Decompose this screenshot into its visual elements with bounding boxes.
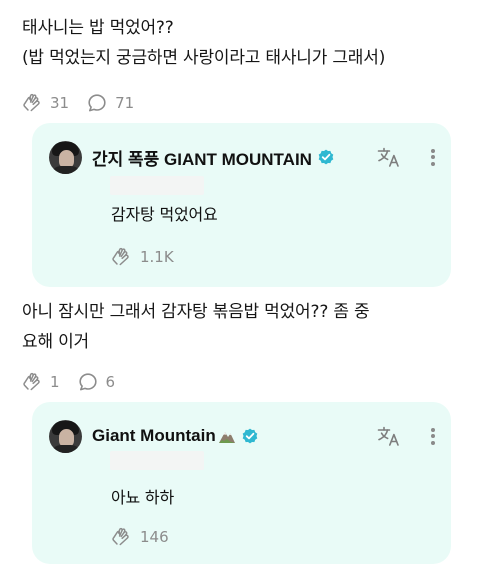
like-hands-icon	[112, 527, 129, 546]
comment-bubble-icon	[88, 94, 106, 112]
reply-1-like-button[interactable]: 1.1K	[111, 247, 174, 267]
post-1-like-count: 31	[50, 94, 70, 112]
mountain-emoji-icon	[218, 432, 235, 443]
reply-1-header: 간지 폭풍 GIANT MOUNTAIN	[49, 139, 437, 175]
more-dots-icon[interactable]	[431, 427, 435, 445]
fan-post-1: 태사니는 밥 먹었어?? (밥 먹었는지 궁금하면 사랑이라고 태사니가 그래서…	[22, 13, 462, 115]
reply-2-like-count: 146	[140, 528, 169, 546]
artist-avatar[interactable]	[49, 419, 82, 453]
blurred-handle	[110, 176, 204, 195]
post-2-comment-count: 6	[105, 373, 116, 391]
artist-reply-card-1: 간지 폭풍 GIANT MOUNTAIN 감자탕 먹었어요 1.1K	[32, 123, 451, 287]
artist-reply-card-2: Giant Mountain 아뇨 하하 146	[32, 402, 451, 564]
reply-1-text: 감자탕 먹었어요	[111, 205, 218, 224]
post-2-like-count: 1	[50, 373, 60, 391]
translate-icon[interactable]	[377, 146, 401, 168]
post-1-comment-count: 71	[115, 94, 135, 112]
reply-2-text: 아뇨 하하	[111, 488, 174, 507]
verified-badge-icon	[318, 149, 334, 165]
artist-name[interactable]: Giant Mountain	[92, 426, 216, 446]
more-dots-icon[interactable]	[431, 148, 435, 166]
blurred-handle	[110, 451, 204, 470]
artist-name[interactable]: 간지 폭풍 GIANT MOUNTAIN	[92, 145, 312, 170]
post-1-line-1: 태사니는 밥 먹었어??	[22, 18, 174, 38]
verified-badge-icon	[242, 428, 258, 444]
post-2-like-button[interactable]: 1	[22, 372, 60, 392]
reply-2-header: Giant Mountain	[49, 418, 437, 454]
post-1-comment-button[interactable]: 71	[87, 93, 134, 113]
post-1-like-button[interactable]: 31	[22, 93, 69, 113]
reply-1-like-count: 1.1K	[140, 248, 174, 266]
reply-2-like-button[interactable]: 146	[111, 527, 169, 547]
comment-bubble-icon	[78, 373, 97, 391]
post-2-line-1: 아니 잠시만 그래서 감자탕 볶음밥 먹었어?? 좀 중	[22, 302, 370, 322]
post-1-actions: 31 71	[22, 91, 462, 115]
post-2-line-2: 요해 이거	[22, 332, 89, 352]
translate-icon[interactable]	[377, 425, 401, 447]
like-hands-icon	[112, 247, 129, 266]
post-2-actions: 1 6	[22, 370, 462, 394]
fan-post-2: 아니 잠시만 그래서 감자탕 볶음밥 먹었어?? 좀 중 요해 이거 1 6	[22, 297, 462, 394]
like-hands-icon	[23, 93, 40, 112]
artist-avatar[interactable]	[49, 140, 82, 174]
post-1-line-2: (밥 먹었는지 궁금하면 사랑이라고 태사니가 그래서)	[22, 48, 386, 68]
like-hands-icon	[23, 372, 40, 391]
post-2-comment-button[interactable]: 6	[78, 372, 116, 392]
